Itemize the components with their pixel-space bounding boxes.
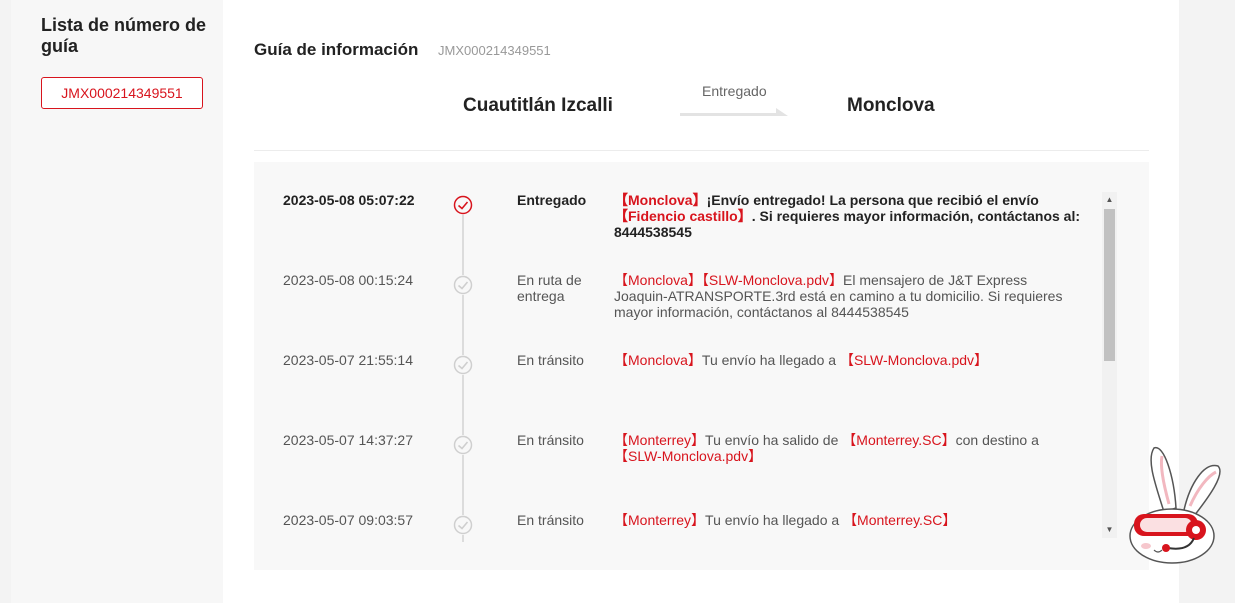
- event-description: 【Monterrey】Tu envío ha llegado a 【Monter…: [614, 512, 1084, 528]
- rabbit-mascot-icon[interactable]: [1120, 442, 1232, 566]
- scroll-down-arrow-icon[interactable]: ▼: [1105, 525, 1114, 535]
- divider: [254, 150, 1149, 151]
- event-text: Tu envío ha salido de: [705, 432, 843, 448]
- event-time: 2023-05-08 00:15:24: [283, 272, 413, 288]
- main-panel: Guía de información JMX000214349551 Cuau…: [223, 0, 1179, 603]
- event-time: 2023-05-07 21:55:14: [283, 352, 413, 368]
- event-location-highlight: 【Fidencio castillo】: [614, 208, 752, 224]
- event-location-highlight: 【Monterrey】: [614, 512, 706, 528]
- tracking-number-chip[interactable]: JMX000214349551: [41, 77, 203, 109]
- event-time: 2023-05-07 14:37:27: [283, 432, 413, 448]
- event-description: 【Monclova】¡Envío entregado! La persona q…: [614, 192, 1084, 240]
- sidebar: Lista de número de guía JMX000214349551: [11, 0, 223, 603]
- event-text: Tu envío ha llegado a: [705, 512, 844, 528]
- event-status: En tránsito: [517, 512, 584, 528]
- check-circle-icon: [453, 275, 473, 295]
- tracking-events-list[interactable]: 2023-05-08 05:07:22 Entregado 【Monclova】¡E…: [254, 162, 1149, 570]
- info-title: Guía de información: [254, 40, 419, 59]
- event-status: En tránsito: [517, 432, 584, 448]
- event-status: En ruta de entrega: [517, 272, 582, 304]
- event-location-highlight: 【SLW-Monclova.pdv】: [614, 448, 763, 464]
- scroll-up-arrow-icon[interactable]: ▲: [1105, 195, 1114, 205]
- check-circle-icon: [453, 515, 473, 535]
- event-location-highlight: 【SLW-Monclova.pdv】: [701, 272, 844, 288]
- check-circle-icon: [453, 435, 473, 455]
- event-status: En tránsito: [517, 352, 584, 368]
- sidebar-title: Lista de número de guía: [41, 15, 207, 56]
- event-text: ¡Envío entregado! La persona que recibió…: [706, 192, 1039, 208]
- event-location-highlight: 【Monterrey.SC】: [843, 512, 957, 528]
- check-circle-icon: [453, 355, 473, 375]
- scroll-thumb[interactable]: [1104, 209, 1115, 361]
- route-origin: Cuautitlán Izcalli: [463, 95, 613, 116]
- event-location-highlight: 【Monclova】: [614, 272, 702, 288]
- event-status: Entregado: [517, 192, 587, 208]
- event-time: 2023-05-08 05:07:22: [283, 192, 415, 208]
- route-status: Entregado: [702, 83, 767, 99]
- event-location-highlight: 【Monclova】: [614, 192, 707, 208]
- event-description: 【Monclova】【SLW-Monclova.pdv】El mensajero…: [614, 272, 1084, 320]
- check-circle-icon: [453, 195, 473, 215]
- event-location-highlight: 【SLW-Monclova.pdv】: [839, 352, 989, 368]
- event-location-highlight: 【Monterrey】: [614, 432, 706, 448]
- event-text: Tu envío ha llegado a: [701, 352, 840, 368]
- event-time: 2023-05-07 09:03:57: [283, 512, 413, 528]
- event-description: 【Monterrey】Tu envío ha salido de 【Monter…: [614, 432, 1084, 464]
- route-arrow-icon: [680, 108, 788, 116]
- event-location-highlight: 【Monclova】: [614, 352, 702, 368]
- event-description: 【Monclova】Tu envío ha llegado a 【SLW-Mon…: [614, 352, 1084, 368]
- event-location-highlight: 【Monterrey.SC】: [842, 432, 956, 448]
- scrollbar[interactable]: ▲ ▼: [1102, 192, 1117, 538]
- info-tracking-number: JMX000214349551: [438, 43, 551, 58]
- event-text: con destino a: [955, 432, 1039, 448]
- route-destination: Monclova: [847, 95, 935, 116]
